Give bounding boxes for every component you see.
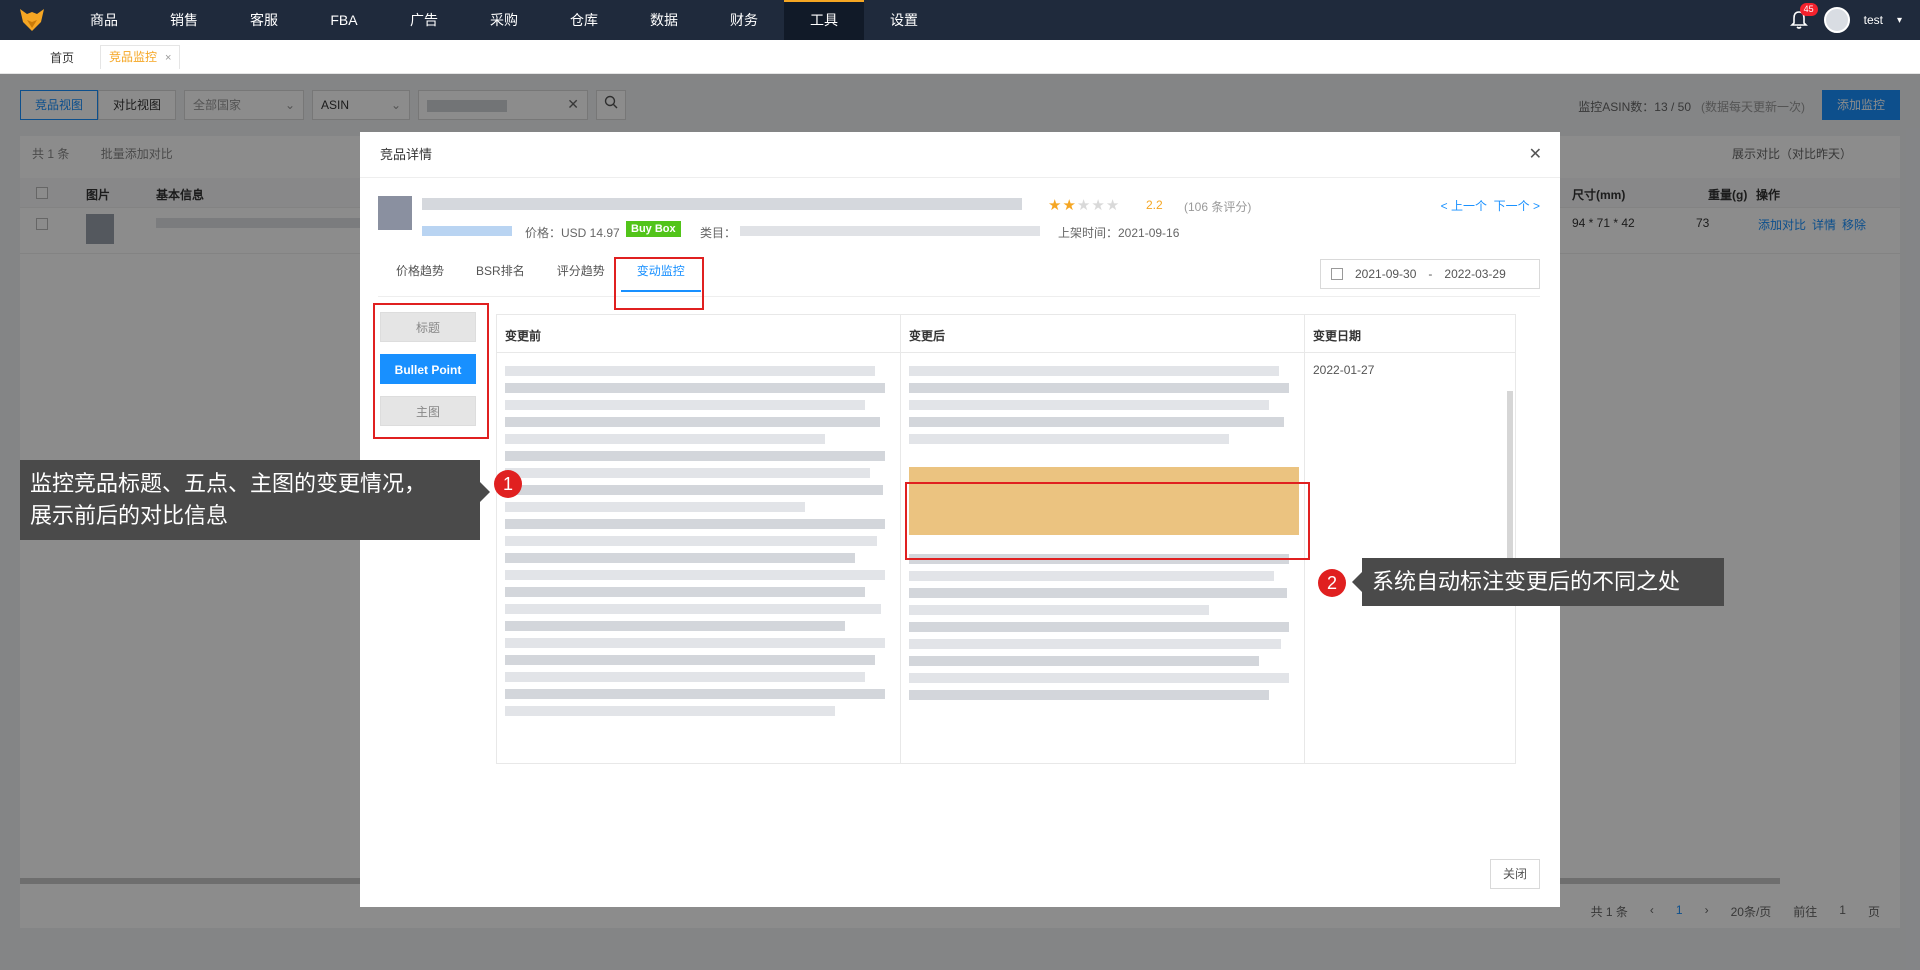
- category-value-blurred: [740, 226, 1040, 236]
- nav-item-tools[interactable]: 工具: [784, 0, 864, 40]
- change-table-header: 变更前 变更后 变更日期: [497, 315, 1515, 353]
- date-start: 2021-09-30: [1355, 267, 1417, 281]
- logo[interactable]: [0, 0, 64, 40]
- before-content: [497, 353, 901, 763]
- tab-competitor-monitor[interactable]: 竞品监控 ×: [100, 45, 181, 69]
- col-change-date: 变更日期: [1313, 329, 1362, 343]
- notification-bell[interactable]: 45: [1789, 3, 1818, 30]
- product-pager: < 上一个 下一个 >: [1441, 197, 1540, 214]
- nav-item-products[interactable]: 商品: [64, 0, 144, 40]
- rating-stars: ★★★★★: [1048, 196, 1120, 214]
- chevron-down-icon[interactable]: ▾: [1897, 15, 1902, 26]
- side-menu-highlight-box: [373, 303, 489, 439]
- modal-title: 竞品详情: [360, 132, 1560, 178]
- nav-item-fba[interactable]: FBA: [304, 0, 384, 40]
- star-icon: ★: [1091, 197, 1106, 214]
- product-asin-blurred[interactable]: [422, 226, 512, 236]
- category-label: 类目：: [700, 226, 737, 240]
- date-end: 2022-03-29: [1444, 267, 1506, 281]
- fox-logo-icon: [20, 9, 44, 31]
- change-date: 2022-01-27: [1313, 363, 1375, 377]
- nav-item-sales[interactable]: 销售: [144, 0, 224, 40]
- star-icon: ★: [1062, 197, 1077, 214]
- nav-item-finance[interactable]: 财务: [704, 0, 784, 40]
- callout-number-one: 1: [494, 470, 522, 498]
- nav-item-service[interactable]: 客服: [224, 0, 304, 40]
- listed-date: 上架时间：2021-09-16: [1058, 226, 1180, 240]
- callout-feature-desc: 监控竞品标题、五点、主图的变更情况， 展示前后的对比信息: [20, 460, 490, 540]
- review-count: (106 条评分): [1184, 200, 1252, 214]
- product-thumbnail: [378, 196, 412, 230]
- tab-close-icon[interactable]: ×: [165, 52, 171, 64]
- nav-item-purchase[interactable]: 采购: [464, 0, 544, 40]
- avatar[interactable]: [1823, 7, 1850, 33]
- next-product-link[interactable]: 下一个 >: [1494, 199, 1540, 213]
- star-icon: ★: [1048, 197, 1063, 214]
- callout-two-text: 系统自动标注变更后的不同之处: [1372, 569, 1681, 594]
- active-tab-highlight-box: [614, 257, 704, 310]
- close-button[interactable]: 关闭: [1489, 859, 1540, 889]
- diff-highlight-box: [905, 482, 1310, 560]
- star-icon: ★: [1076, 197, 1092, 214]
- nav-item-warehouse[interactable]: 仓库: [544, 0, 624, 40]
- tab-rating-trend[interactable]: 评分趋势: [541, 260, 621, 292]
- callout-number-two: 2: [1318, 569, 1346, 597]
- top-nav: 商品 销售 客服 FBA 广告 采购 仓库 数据 财务 工具 设置 45 tes…: [0, 0, 1920, 40]
- tab-label: 竞品监控: [109, 50, 158, 64]
- callout-one-line1: 监控竞品标题、五点、主图的变更情况，: [30, 471, 427, 496]
- product-price: 价格：USD 14.97: [525, 226, 620, 240]
- date-range-picker[interactable]: 2021-09-30 - 2022-03-29: [1320, 259, 1540, 289]
- close-icon[interactable]: ✕: [1529, 144, 1542, 164]
- vertical-scrollbar[interactable]: [1507, 391, 1513, 571]
- nav-item-ads[interactable]: 广告: [384, 0, 464, 40]
- user-name[interactable]: test: [1864, 13, 1883, 27]
- prev-product-link[interactable]: < 上一个: [1441, 199, 1487, 213]
- page-tabs: 首页 竞品监控 ×: [0, 40, 1920, 74]
- nav-right: 45 test ▾: [1789, 0, 1902, 40]
- tab-price-trend[interactable]: 价格趋势: [380, 260, 460, 292]
- star-icon: ★: [1105, 197, 1121, 214]
- col-after: 变更后: [901, 315, 1305, 352]
- nav-items: 商品 销售 客服 FBA 广告 采购 仓库 数据 财务 工具 设置: [64, 0, 944, 40]
- callout-auto-diff: 系统自动标注变更后的不同之处: [1352, 558, 1724, 606]
- product-title-blurred: [422, 198, 1022, 210]
- nav-item-settings[interactable]: 设置: [864, 0, 944, 40]
- tab-divider: [378, 296, 1540, 297]
- col-before: 变更前: [497, 315, 901, 352]
- date-separator: -: [1428, 267, 1433, 281]
- calendar-icon: [1331, 268, 1343, 280]
- tab-bsr-rank[interactable]: BSR排名: [460, 260, 541, 292]
- notification-count: 45: [1799, 3, 1818, 16]
- buybox-badge: Buy Box: [626, 221, 681, 237]
- callout-one-line2: 展示前后的对比信息: [30, 503, 229, 528]
- tab-home[interactable]: 首页: [50, 49, 74, 66]
- nav-item-data[interactable]: 数据: [624, 0, 704, 40]
- rating-value: 2.2: [1146, 198, 1163, 212]
